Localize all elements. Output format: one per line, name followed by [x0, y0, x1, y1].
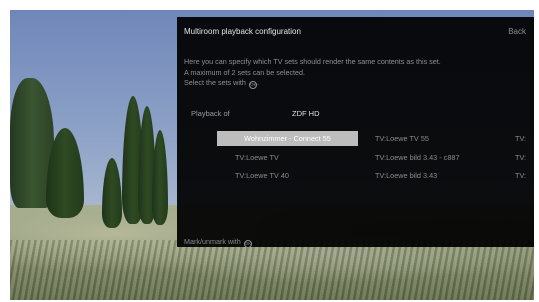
description-line: Select the sets with: [184, 78, 246, 87]
ok-button-icon: OK: [248, 81, 257, 89]
background-grass: [10, 240, 534, 300]
back-button[interactable]: Back: [508, 27, 526, 36]
tv-set-item[interactable]: TV:: [515, 131, 526, 146]
description-line: Here you can specify which TV sets shoul…: [184, 57, 441, 66]
description-line-with-icon: Select the sets with OK.: [184, 78, 259, 89]
tv-set-item[interactable]: TV:Loewe bild 3.43 - c887: [375, 150, 460, 165]
tv-screen: Multiroom playback configuration Back He…: [10, 10, 534, 300]
playback-of-label: Playback of: [191, 109, 230, 118]
tv-set-item[interactable]: TV:: [515, 150, 526, 165]
tv-set-item[interactable]: TV:: [515, 168, 526, 183]
tv-set-item[interactable]: Wohnzimmer - Connect 55: [217, 131, 358, 146]
mark-unmark-hint: Mark/unmark with OK: [184, 237, 252, 248]
mark-hint-label: Mark/unmark with: [184, 237, 241, 246]
description-line: A maximum of 2 sets can be selected.: [184, 67, 306, 77]
tv-set-item[interactable]: TV:Loewe bild 3.43: [375, 168, 437, 183]
tv-set-item[interactable]: TV:Loewe TV 55: [375, 131, 429, 146]
description-text: Here you can specify which TV sets shoul…: [184, 57, 441, 89]
panel-title: Multiroom playback configuration: [184, 27, 301, 36]
ok-button-icon: OK: [243, 240, 252, 248]
playback-of-value: ZDF HD: [292, 109, 320, 118]
multiroom-config-panel: Multiroom playback configuration Back He…: [177, 17, 534, 248]
tv-set-item[interactable]: TV:Loewe TV: [235, 150, 279, 165]
tv-set-item[interactable]: TV:Loewe TV 40: [235, 168, 289, 183]
